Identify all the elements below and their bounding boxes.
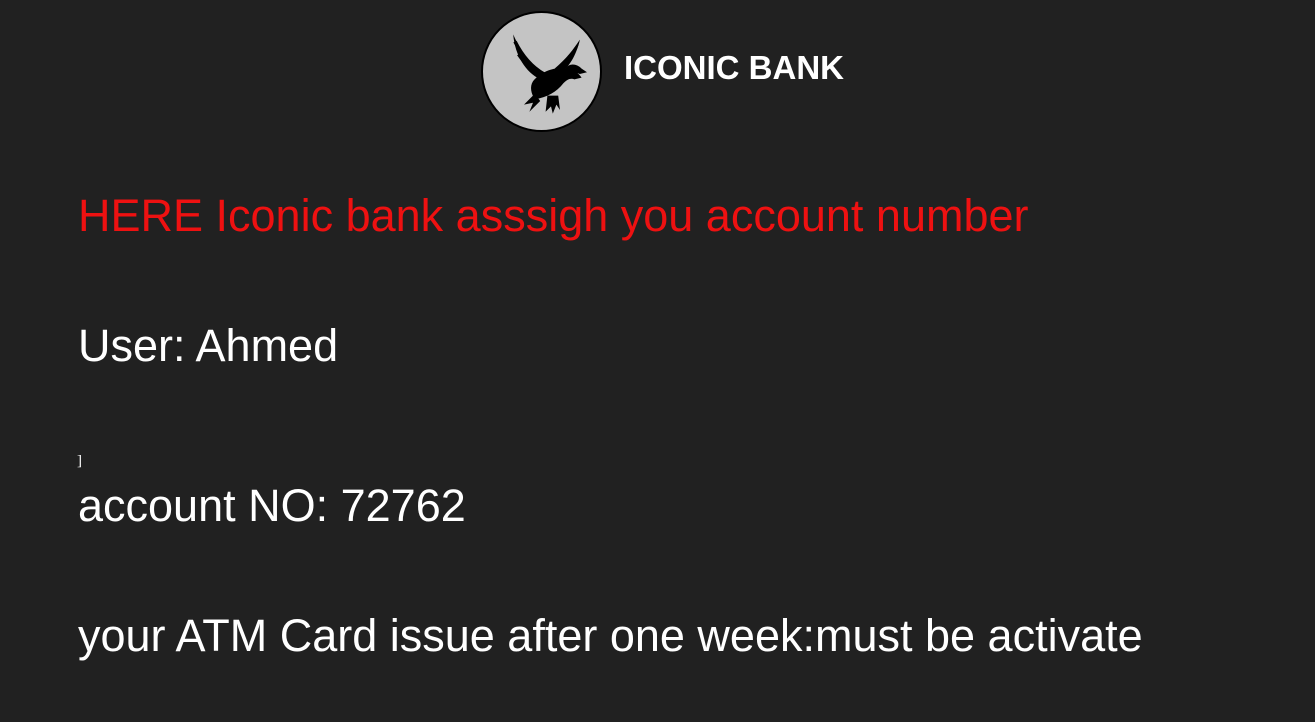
atm-card-notice: your ATM Card issue after one week:must … — [78, 610, 1143, 661]
header: ICONIC BANK — [0, 0, 1315, 140]
user-name-text: User: Ahmed — [78, 320, 339, 371]
account-assignment-heading: HERE Iconic bank asssigh you account num… — [78, 190, 1029, 241]
stray-character: ] — [77, 453, 82, 469]
bank-logo — [481, 11, 602, 132]
bank-name: ICONIC BANK — [624, 49, 844, 86]
eagle-icon — [513, 34, 587, 114]
account-number-text: account NO: 72762 — [78, 480, 466, 531]
